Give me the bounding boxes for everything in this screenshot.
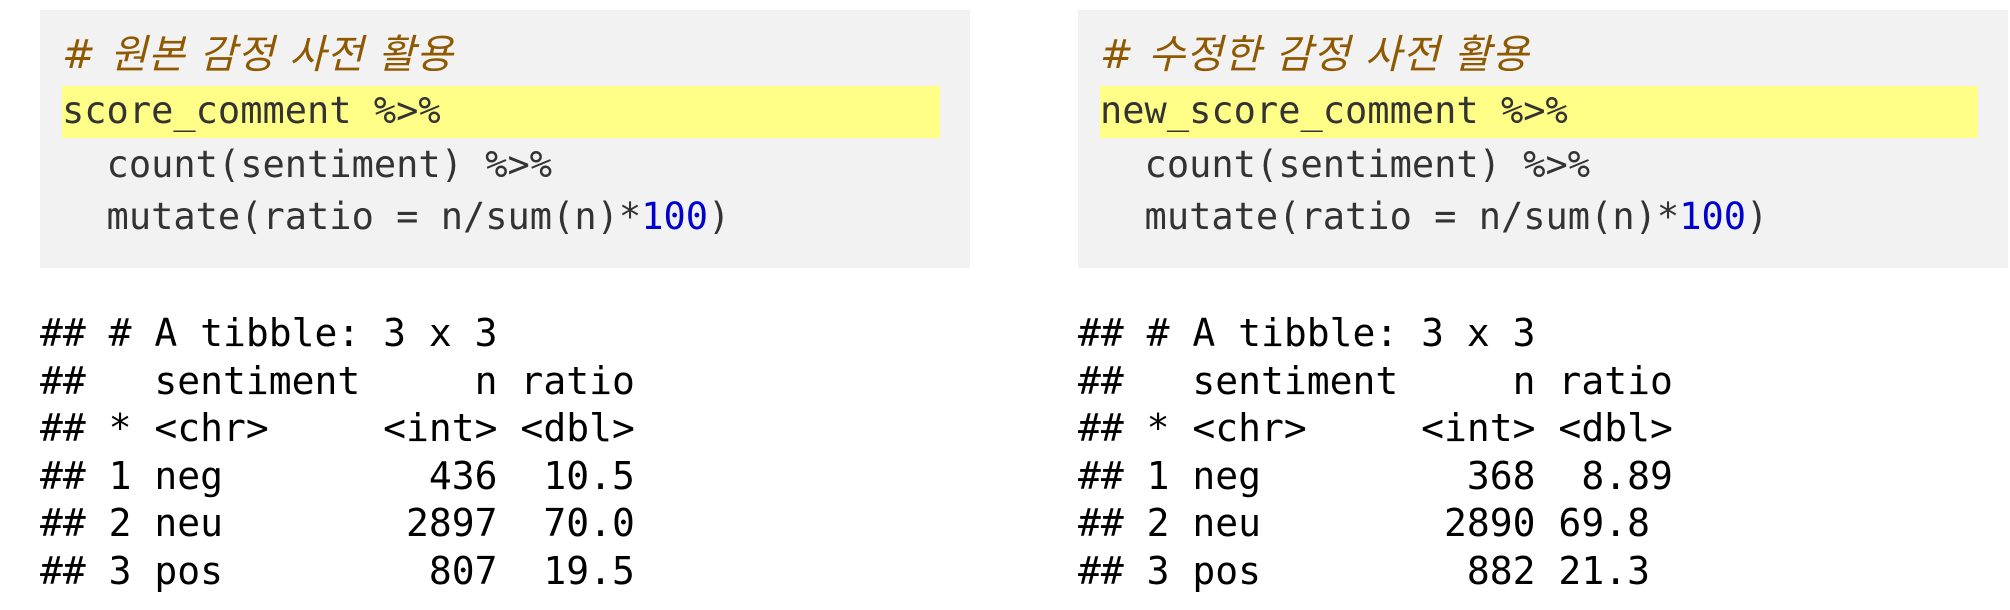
output-line: ## 2 neu 2890 69.8 — [1078, 501, 1650, 545]
code-number: 100 — [1679, 195, 1747, 238]
output-line: ## 1 neg 368 8.89 — [1078, 453, 1673, 498]
code-block-modified: # 수정한 감정 사전 활용 new_score_comment %>% cou… — [1078, 10, 2008, 268]
code-line-1: score_comment %>% — [62, 89, 441, 132]
output-line: ## * <chr> <int> <dbl> — [1078, 406, 1673, 450]
code-line-2: count(sentiment) %>% — [1100, 143, 1591, 186]
code-comment: # 수정한 감정 사전 활용 — [1100, 32, 1530, 78]
code-line-3-prefix: mutate(ratio = n/sum(n)* — [1100, 195, 1680, 238]
code-line-3: mutate(ratio = n/sum(n)*100) — [62, 192, 731, 242]
output-line: ## 1 neg 436 10.5 — [40, 453, 635, 498]
console-output-original: ## # A tibble: 3 x 3 ## sentiment n rati… — [40, 310, 635, 595]
right-panel: # 수정한 감정 사전 활용 new_score_comment %>% cou… — [1078, 0, 2008, 610]
code-line-3-suffix: ) — [708, 195, 731, 238]
code-number: 100 — [641, 195, 709, 238]
output-line: ## 3 pos 882 21.3 — [1078, 548, 1650, 593]
code-line-1: new_score_comment %>% — [1100, 89, 1568, 132]
code-line-2: count(sentiment) %>% — [62, 143, 553, 186]
code-line-3-prefix: mutate(ratio = n/sum(n)* — [62, 195, 642, 238]
output-line: ## sentiment n ratio — [1078, 358, 1673, 403]
output-line: ## 3 pos 807 19.5 — [40, 548, 635, 593]
output-line: ## * <chr> <int> <dbl> — [40, 406, 635, 450]
output-line: ## sentiment n ratio — [40, 358, 635, 403]
output-line: ## # A tibble: 3 x 3 — [40, 311, 498, 355]
code-block-original: # 원본 감정 사전 활용 score_comment %>% count(se… — [40, 10, 970, 268]
code-line-3-suffix: ) — [1746, 195, 1769, 238]
output-line: ## 2 neu 2897 70.0 — [40, 501, 635, 545]
code-line-3: mutate(ratio = n/sum(n)*100) — [1100, 192, 1769, 242]
console-output-modified: ## # A tibble: 3 x 3 ## sentiment n rati… — [1078, 310, 1673, 595]
left-panel: # 원본 감정 사전 활용 score_comment %>% count(se… — [40, 0, 970, 610]
code-comment: # 원본 감정 사전 활용 — [62, 32, 454, 78]
output-line: ## # A tibble: 3 x 3 — [1078, 311, 1536, 355]
